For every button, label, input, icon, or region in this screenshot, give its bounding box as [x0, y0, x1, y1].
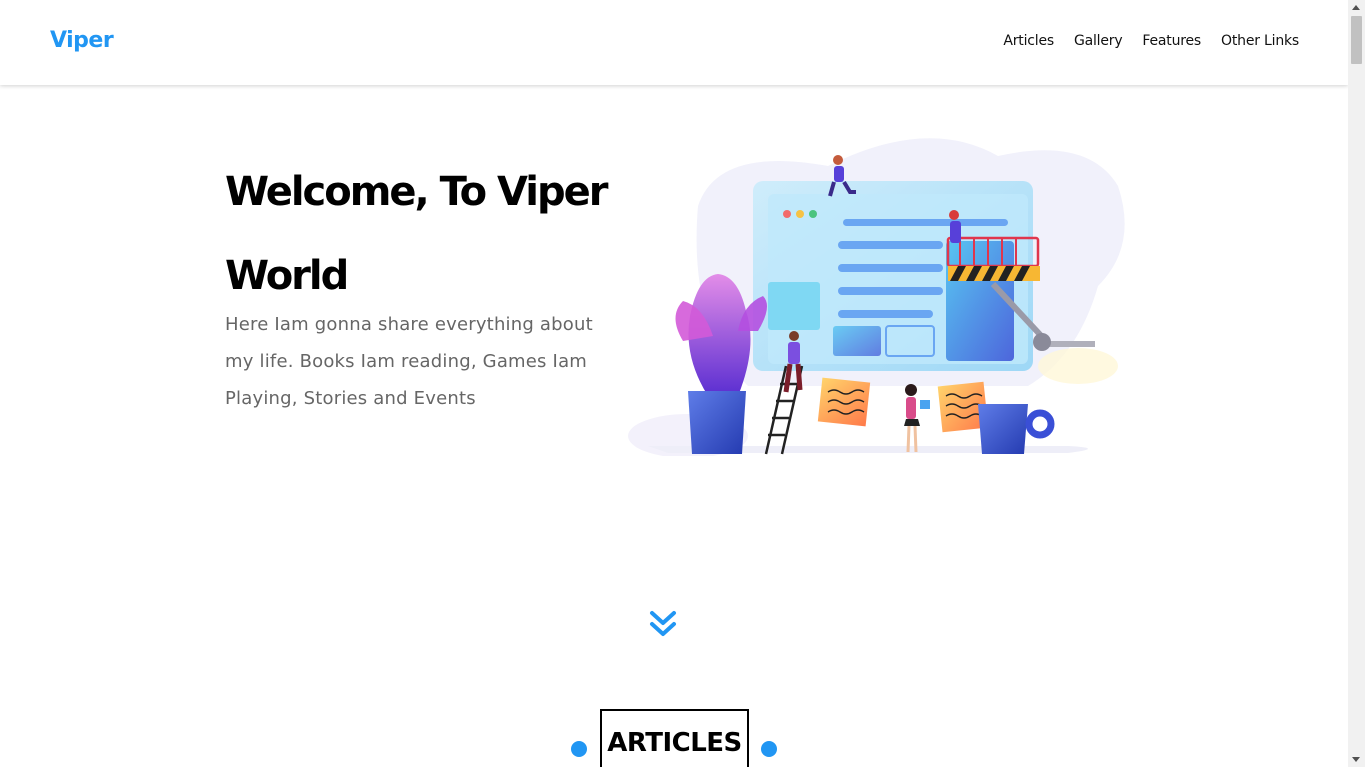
scroll-down-arrow-icon[interactable] [1352, 757, 1360, 762]
hero-title: Welcome, To Viper World [225, 169, 609, 299]
articles-section-heading: ARTICLES [570, 709, 780, 767]
nav-link-gallery[interactable]: Gallery [1074, 33, 1123, 49]
nav-link-features[interactable]: Features [1142, 33, 1201, 49]
scroll-up-arrow-icon[interactable] [1352, 5, 1360, 10]
page: Viper Articles Gallery Features Other Li… [0, 0, 1348, 767]
articles-heading: ARTICLES [600, 709, 749, 767]
hero-illustration [628, 138, 1125, 456]
hero-description: Here Iam gonna share everything about my… [225, 314, 593, 409]
nav-link-articles[interactable]: Articles [1003, 33, 1054, 49]
main-nav: Articles Gallery Features Other Links [1003, 33, 1299, 49]
vertical-scrollbar[interactable] [1348, 0, 1365, 767]
heading-dot-right [761, 741, 777, 757]
heading-dot-left [571, 741, 587, 757]
double-chevron-down-icon [650, 611, 676, 636]
scrollbar-thumb[interactable] [1351, 16, 1362, 64]
scroll-down-button[interactable] [648, 607, 678, 641]
nav-link-other-links[interactable]: Other Links [1221, 33, 1299, 49]
site-logo[interactable]: Viper [50, 28, 114, 53]
site-header: Viper Articles Gallery Features Other Li… [0, 0, 1348, 85]
